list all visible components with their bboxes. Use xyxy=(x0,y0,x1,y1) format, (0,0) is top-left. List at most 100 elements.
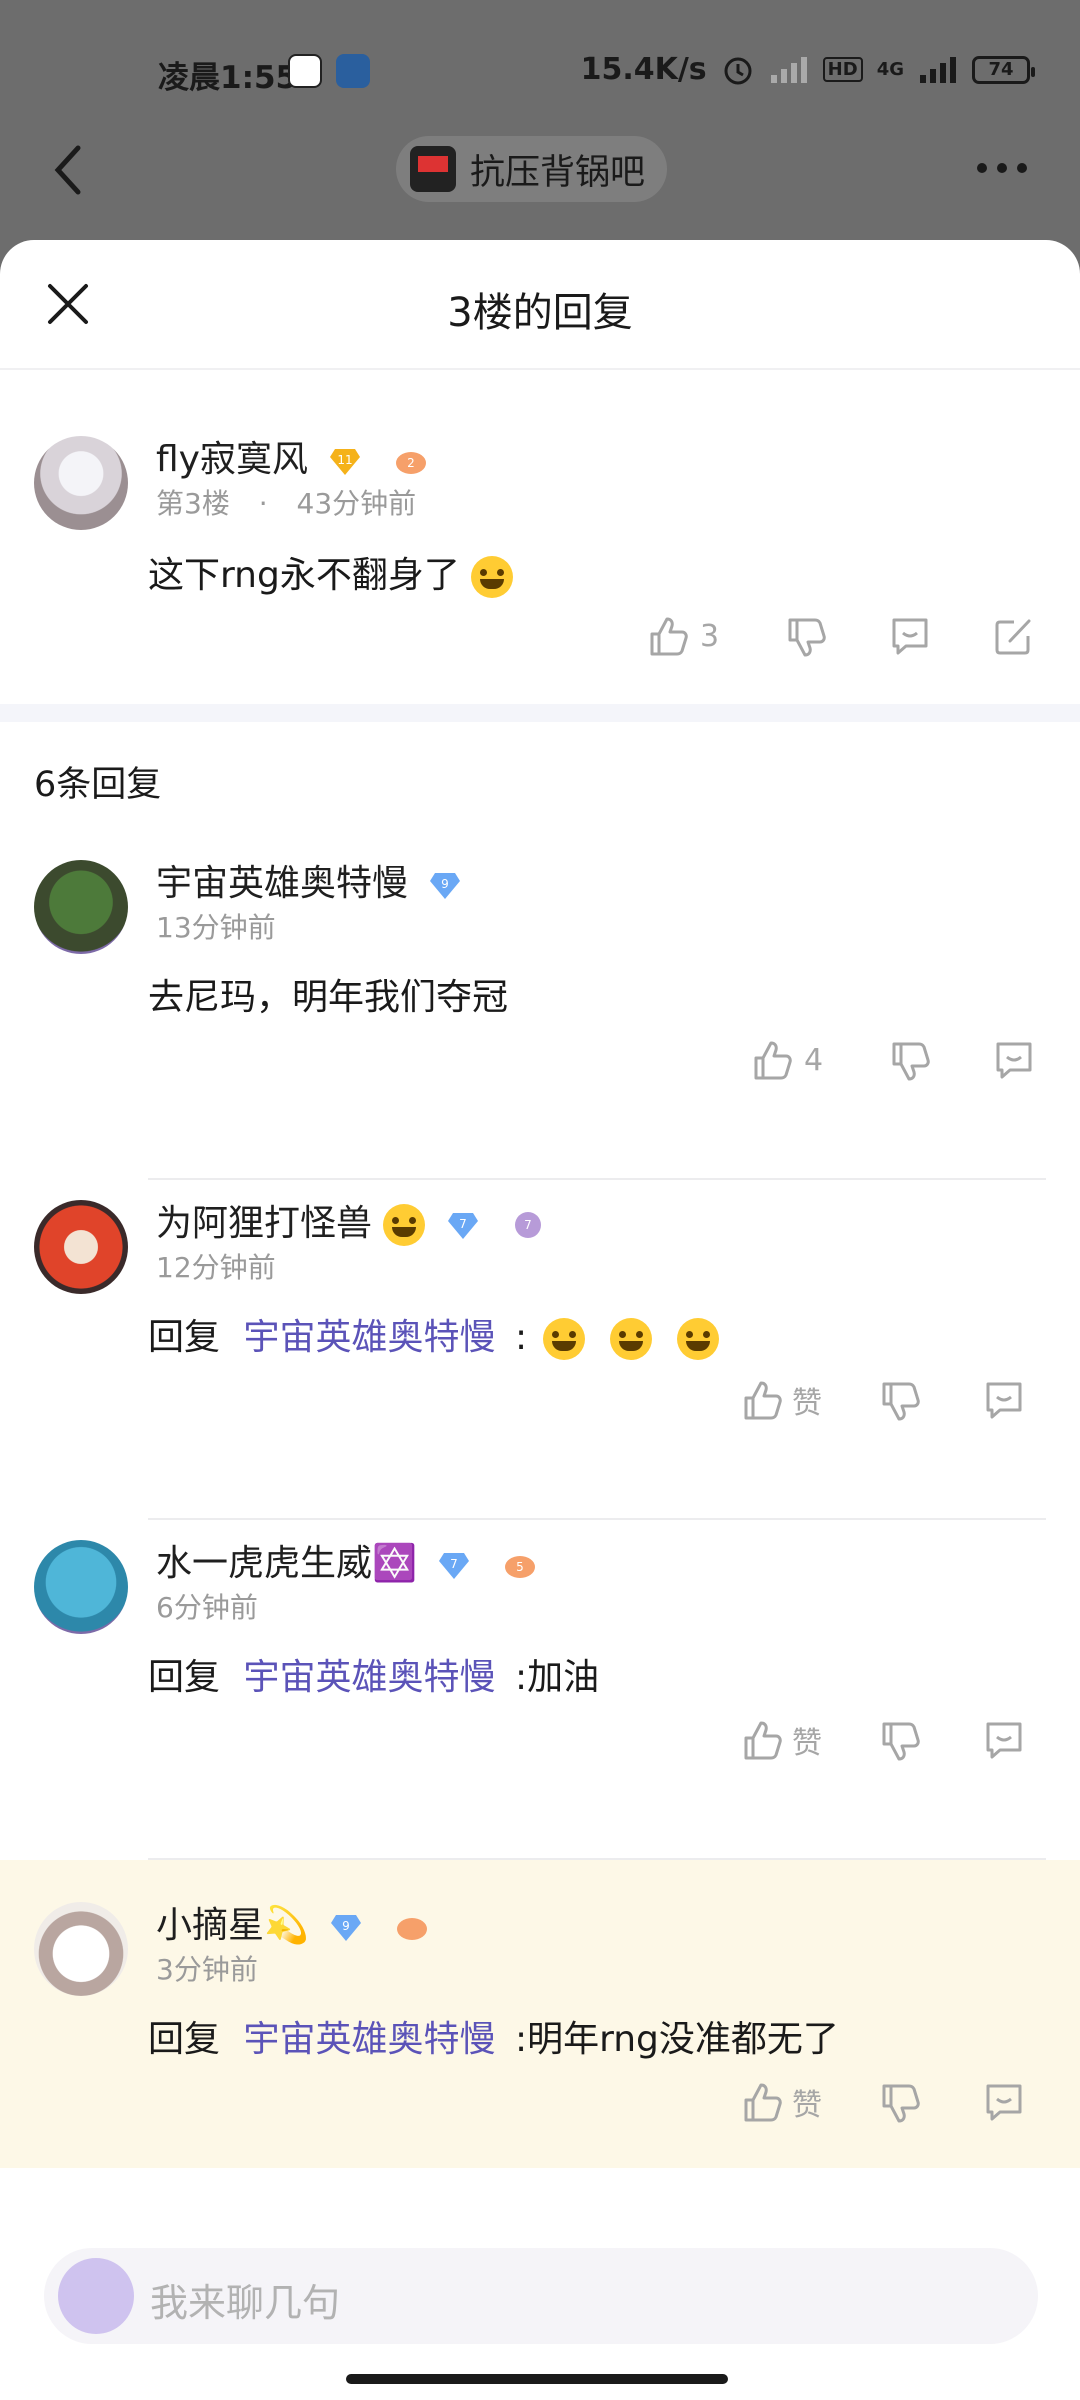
like-count: 赞 xyxy=(792,2088,822,2123)
grin-emoji-icon xyxy=(677,1318,720,1360)
post-actions: 3 xyxy=(646,614,1036,658)
level-badge-icon: 7 xyxy=(447,1213,478,1239)
grin-emoji-icon xyxy=(609,1318,652,1360)
status-bar: 凌晨1:55 15.4K/s HD 4G 74 xyxy=(0,0,1080,140)
dislike-button[interactable] xyxy=(784,614,828,658)
status-time: 凌晨1:55 xyxy=(158,60,298,96)
reply-actions: 赞 xyxy=(740,2080,1026,2124)
username[interactable]: 小摘星💫 9 xyxy=(156,1896,428,1948)
like-button[interactable]: 赞 xyxy=(740,1378,822,1422)
comment-icon xyxy=(986,2084,1022,2121)
thumb-up-icon xyxy=(650,617,688,656)
more-icon[interactable] xyxy=(974,160,1030,176)
thumb-down-icon xyxy=(788,618,826,657)
reply-actions: 赞 xyxy=(740,1718,1026,1762)
comment-icon xyxy=(986,1382,1022,1419)
status-right: 15.4K/s HD 4G 74 xyxy=(580,52,1035,87)
dislike-button[interactable] xyxy=(888,1038,932,1082)
sheet-header: 3楼的回复 xyxy=(0,240,1080,370)
comment-icon xyxy=(996,1042,1032,1079)
section-divider xyxy=(0,704,1080,722)
post-meta: 第3楼 · 43分钟前 xyxy=(156,487,417,520)
reply-to-link[interactable]: 宇宙英雄奥特慢 xyxy=(243,1317,495,1358)
like-button[interactable]: 3 xyxy=(646,614,730,658)
network-type: 4G xyxy=(876,59,904,80)
like-button[interactable]: 4 xyxy=(750,1038,834,1082)
reply-button[interactable] xyxy=(992,1038,1036,1082)
signal-icon xyxy=(920,56,956,83)
thumb-down-icon xyxy=(882,2084,920,2123)
svg-text:9: 9 xyxy=(442,877,450,891)
reply-to-link[interactable]: 宇宙英雄奥特慢 xyxy=(243,1657,495,1698)
my-avatar xyxy=(58,2258,134,2334)
dislike-button[interactable] xyxy=(878,1718,922,1762)
reply-content: 去尼玛，明年我们夺冠 xyxy=(148,977,509,1018)
reply-button[interactable] xyxy=(982,1718,1026,1762)
comment-input[interactable]: 我来聊几句 xyxy=(44,2248,1038,2344)
avatar[interactable] xyxy=(34,1902,128,1996)
thumb-up-icon xyxy=(754,1041,792,1080)
avatar[interactable] xyxy=(34,436,128,530)
signal-weak-icon xyxy=(770,56,807,83)
back-icon[interactable] xyxy=(46,140,90,200)
reply-item: 水一虎虎生威✡️ 7 5 6分钟前 回复 宇宙英雄奥特慢 :加油 赞 xyxy=(0,1520,1080,1860)
reply-button[interactable] xyxy=(982,1378,1026,1422)
comment-icon xyxy=(986,1722,1022,1759)
thumb-up-icon xyxy=(744,1721,782,1760)
fan-badge-icon xyxy=(396,1918,427,1940)
fan-badge-icon: 7 xyxy=(515,1212,542,1238)
like-button[interactable]: 赞 xyxy=(740,2080,822,2124)
post-time: 43分钟前 xyxy=(296,487,417,520)
reply-content: 回复 宇宙英雄奥特慢 :加油 xyxy=(148,1657,600,1698)
alarm-icon xyxy=(724,57,752,84)
net-speed: 15.4K/s xyxy=(580,52,707,87)
reply-to-link[interactable]: 宇宙英雄奥特慢 xyxy=(243,2019,495,2060)
top-nav: 抗压背锅吧 xyxy=(0,130,1080,240)
like-count: 4 xyxy=(804,1042,824,1078)
avatar[interactable] xyxy=(34,1200,128,1294)
reply-item-highlighted: 小摘星💫 9 3分钟前 回复 宇宙英雄奥特慢 :明年rng没准都无了 赞 xyxy=(0,1860,1080,2200)
dislike-button[interactable] xyxy=(878,2080,922,2124)
reply-item: 为阿狸打怪兽 7 7 12分钟前 回复 宇宙英雄奥特慢 : 赞 xyxy=(0,1180,1080,1520)
reply-button[interactable] xyxy=(982,2080,1026,2124)
hd-icon: HD xyxy=(822,57,863,82)
qq-icon xyxy=(288,54,322,88)
reply-button[interactable] xyxy=(888,614,932,658)
post-content: 这下rng永不翻身了 xyxy=(148,546,514,598)
forum-name: 抗压背锅吧 xyxy=(470,152,646,193)
username[interactable]: 为阿狸打怪兽 7 7 xyxy=(156,1194,544,1246)
username[interactable]: 宇宙英雄奥特慢 9 xyxy=(156,854,461,906)
app-notification-icon xyxy=(336,54,370,88)
like-button[interactable]: 赞 xyxy=(740,1718,822,1762)
svg-text:7: 7 xyxy=(459,1217,467,1231)
reply-time: 12分钟前 xyxy=(156,1251,276,1284)
reply-time: 3分钟前 xyxy=(156,1953,258,1986)
comment-icon xyxy=(892,618,928,655)
username[interactable]: 水一虎虎生威✡️ 7 5 xyxy=(156,1534,536,1586)
svg-text:7: 7 xyxy=(525,1218,533,1232)
edit-button[interactable] xyxy=(992,614,1036,658)
floor-number: 第3楼 xyxy=(156,487,230,520)
svg-text:7: 7 xyxy=(450,1557,458,1571)
grin-emoji-icon xyxy=(542,1318,585,1360)
thumb-up-icon xyxy=(744,1381,782,1420)
home-indicator[interactable] xyxy=(346,2374,728,2384)
level-badge-icon: 7 xyxy=(439,1553,470,1579)
replies-sheet: 3楼的回复 fly寂寞风 11 2 第3楼 · 43分钟前 这下rng永不翻身了… xyxy=(0,240,1080,2400)
thumb-down-icon xyxy=(882,1722,920,1761)
grin-emoji-icon xyxy=(383,1204,426,1246)
thumb-down-icon xyxy=(882,1382,920,1421)
input-placeholder: 我来聊几句 xyxy=(150,2281,341,2325)
fan-badge-icon: 2 xyxy=(395,452,426,474)
edit-icon xyxy=(995,619,1031,655)
dislike-button[interactable] xyxy=(878,1378,922,1422)
username[interactable]: fly寂寞风 11 2 xyxy=(156,430,427,482)
avatar[interactable] xyxy=(34,860,128,954)
level-badge-icon: 11 xyxy=(330,449,361,475)
avatar[interactable] xyxy=(34,1540,128,1634)
like-count: 赞 xyxy=(792,1386,822,1421)
forum-title[interactable]: 抗压背锅吧 xyxy=(396,136,668,202)
reply-time: 13分钟前 xyxy=(156,911,276,944)
reply-content: 回复 宇宙英雄奥特慢 : xyxy=(148,1308,720,1360)
svg-text:11: 11 xyxy=(338,453,353,467)
